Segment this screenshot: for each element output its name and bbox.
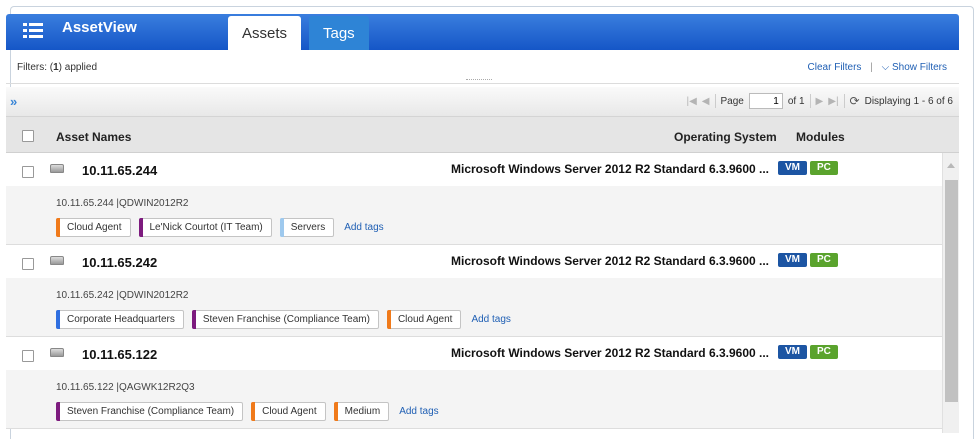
prev-page-icon[interactable]: ◀ bbox=[702, 96, 710, 107]
tag-chip[interactable]: Cloud Agent bbox=[386, 310, 462, 329]
asset-row: 10.11.65.242 Microsoft Windows Server 20… bbox=[6, 245, 942, 337]
column-header: Asset Names Operating System Modules bbox=[6, 117, 959, 153]
tag-chip[interactable]: Le'Nick Courtot (IT Team) bbox=[138, 218, 272, 237]
last-page-icon[interactable]: ▶| bbox=[828, 96, 838, 107]
asset-row: 10.11.65.122 Microsoft Windows Server 20… bbox=[6, 337, 942, 429]
tag-chip[interactable]: Cloud Agent bbox=[56, 218, 131, 237]
tag-chip[interactable]: Servers bbox=[279, 218, 335, 237]
asset-os: Microsoft Windows Server 2012 R2 Standar… bbox=[451, 346, 770, 360]
toolbar: » |◀ ◀ Page of 1 ▶ ▶| ⟳ Displaying 1 - 6… bbox=[6, 87, 959, 117]
filters-applied-text: Filters: (1) applied bbox=[17, 62, 98, 73]
module-badge-vm: VM bbox=[778, 161, 807, 175]
module-badge-pc: PC bbox=[810, 161, 838, 175]
asset-os: Microsoft Windows Server 2012 R2 Standar… bbox=[451, 162, 770, 176]
add-tags-link[interactable]: Add tags bbox=[471, 314, 510, 325]
tag-chip[interactable]: Corporate Headquarters bbox=[56, 310, 184, 329]
server-icon bbox=[50, 256, 64, 265]
column-operating-system[interactable]: Operating System bbox=[674, 130, 777, 144]
module-badge-pc: PC bbox=[810, 253, 838, 267]
page-label: Page bbox=[720, 95, 744, 107]
module-badge-vm: VM bbox=[778, 345, 807, 359]
app-header: AssetView Assets Tags bbox=[6, 14, 959, 50]
scroll-up-icon[interactable] bbox=[947, 163, 955, 168]
asset-ip[interactable]: 10.11.65.242 bbox=[82, 255, 157, 270]
list-scrollbar[interactable] bbox=[942, 153, 959, 433]
select-all-checkbox[interactable] bbox=[22, 130, 34, 142]
filter-actions: Clear Filters | ⌵ Show Filters bbox=[807, 62, 947, 73]
chevron-down-icon: ⌵ bbox=[881, 62, 890, 73]
tag-chip[interactable]: Medium bbox=[333, 402, 390, 421]
asset-subinfo: 10.11.65.242 |QDWIN2012R2 bbox=[56, 290, 189, 301]
row-checkbox[interactable] bbox=[22, 350, 34, 362]
tag-chip[interactable]: Cloud Agent bbox=[251, 402, 326, 421]
show-filters-link[interactable]: ⌵ Show Filters bbox=[882, 62, 947, 73]
asset-ip[interactable]: 10.11.65.244 bbox=[82, 163, 157, 178]
menu-icon[interactable] bbox=[23, 23, 43, 39]
displaying-count: Displaying 1 - 6 of 6 bbox=[864, 95, 953, 107]
page-of-label: of 1 bbox=[787, 95, 805, 107]
expand-panel-icon[interactable]: » bbox=[10, 94, 17, 109]
asset-ip[interactable]: 10.11.65.122 bbox=[82, 347, 157, 362]
add-tags-link[interactable]: Add tags bbox=[344, 222, 383, 233]
row-checkbox[interactable] bbox=[22, 166, 34, 178]
tab-tags[interactable]: Tags bbox=[309, 16, 369, 50]
tab-assets[interactable]: Assets bbox=[228, 16, 302, 50]
filter-bar: Filters: (1) applied Clear Filters | ⌵ S… bbox=[6, 50, 959, 84]
asset-list: 10.11.65.244 Microsoft Windows Server 20… bbox=[6, 153, 942, 433]
resize-grip[interactable] bbox=[466, 79, 492, 82]
first-page-icon[interactable]: |◀ bbox=[687, 96, 697, 107]
asset-row: 10.11.65.244 Microsoft Windows Server 20… bbox=[6, 153, 942, 245]
module-badge-pc: PC bbox=[810, 345, 838, 359]
asset-subinfo: 10.11.65.244 |QDWIN2012R2 bbox=[56, 198, 189, 209]
column-asset-names[interactable]: Asset Names bbox=[56, 130, 131, 144]
module-badge-vm: VM bbox=[778, 253, 807, 267]
scroll-thumb[interactable] bbox=[945, 180, 958, 402]
server-icon bbox=[50, 164, 64, 173]
tag-chip[interactable]: Steven Franchise (Compliance Team) bbox=[56, 402, 244, 421]
asset-subinfo: 10.11.65.122 |QAGWK12R2Q3 bbox=[56, 382, 195, 393]
column-modules[interactable]: Modules bbox=[796, 130, 845, 144]
server-icon bbox=[50, 348, 64, 357]
clear-filters-link[interactable]: Clear Filters bbox=[808, 62, 862, 73]
page-number-input[interactable] bbox=[748, 93, 783, 109]
add-tags-link[interactable]: Add tags bbox=[399, 406, 438, 417]
refresh-icon[interactable]: ⟳ bbox=[850, 94, 860, 108]
row-checkbox[interactable] bbox=[22, 258, 34, 270]
asset-os: Microsoft Windows Server 2012 R2 Standar… bbox=[451, 254, 770, 268]
pager: |◀ ◀ Page of 1 ▶ ▶| ⟳ Displaying 1 - 6 o… bbox=[687, 93, 953, 109]
next-page-icon[interactable]: ▶ bbox=[816, 96, 824, 107]
app-title: AssetView bbox=[62, 19, 137, 36]
tag-chip[interactable]: Steven Franchise (Compliance Team) bbox=[191, 310, 379, 329]
